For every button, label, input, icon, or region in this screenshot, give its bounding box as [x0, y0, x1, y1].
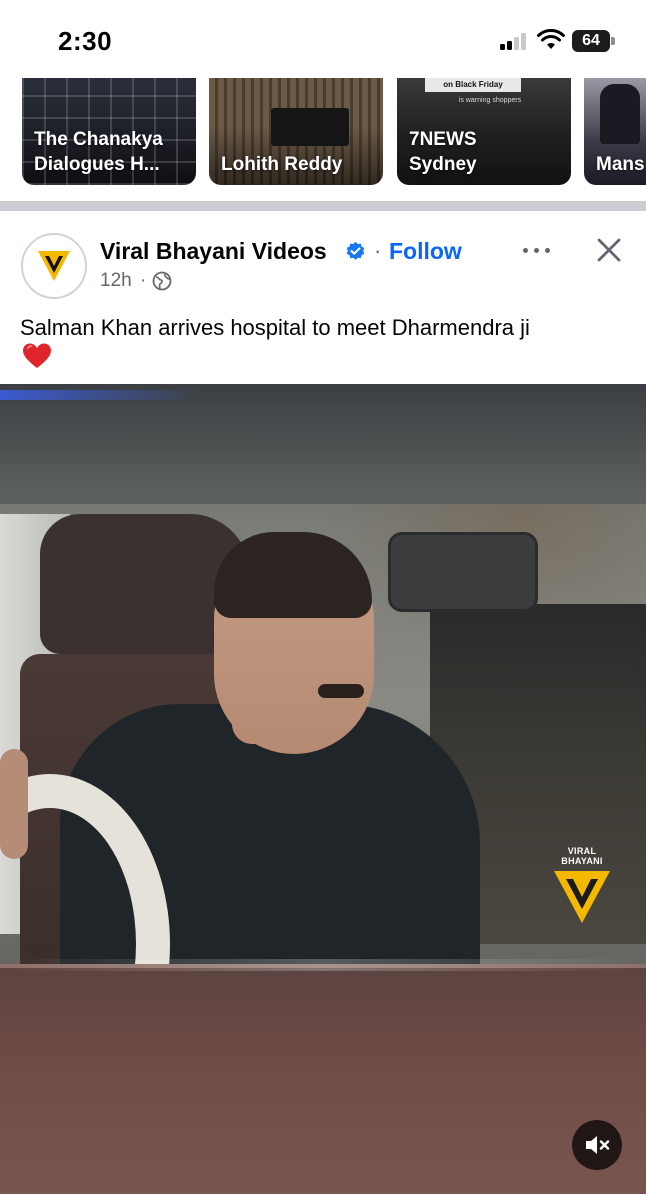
- video-frame-person-mustache: [318, 684, 364, 698]
- video-frame-person-hair: [214, 532, 372, 618]
- name-follow-separator: ·: [374, 238, 382, 263]
- page-avatar[interactable]: [21, 233, 87, 299]
- cellular-signal-icon: [500, 32, 530, 50]
- close-icon[interactable]: [592, 233, 626, 267]
- story-label: 7NEWS Sydney: [409, 129, 477, 175]
- story-thumbnail-subline: is warning shoppers: [458, 97, 522, 104]
- story-thumbnail-object: [271, 108, 349, 146]
- status-time: 2:30: [58, 26, 113, 56]
- globe-icon: [152, 271, 172, 291]
- video-frame-reflection: [0, 959, 646, 971]
- story-card-lohith-reddy[interactable]: Lohith Reddy: [209, 78, 383, 185]
- video-watermark: VIRAL BHAYANI: [546, 846, 618, 929]
- battery-icon: 64: [572, 30, 616, 52]
- viral-bhayani-watermark-logo-icon: [554, 871, 610, 923]
- story-thumbnail-headline: on Black Friday: [425, 78, 521, 92]
- video-frame-hand: [0, 749, 28, 859]
- video-frame-ambient-light: [0, 390, 200, 400]
- follow-button[interactable]: Follow: [389, 238, 462, 265]
- status-bar: 2:30 64: [0, 0, 646, 78]
- more-options-icon[interactable]: [520, 237, 554, 263]
- feed-divider: [0, 201, 646, 211]
- video-frame-car-body: [0, 964, 646, 1194]
- story-label: Lohith Reddy: [221, 154, 343, 175]
- video-frame-headliner: [0, 384, 646, 504]
- story-thumbnail-person: [600, 84, 640, 144]
- story-label: Mans: [596, 154, 645, 175]
- story-label: The Chanakya Dialogues H...: [34, 129, 163, 175]
- mute-toggle-button[interactable]: [572, 1120, 622, 1170]
- watermark-text: VIRAL BHAYANI: [561, 846, 603, 866]
- video-player[interactable]: VIRAL BHAYANI: [0, 384, 646, 1194]
- speaker-muted-icon: [586, 1136, 610, 1154]
- story-card-chanakya-dialogues[interactable]: The Chanakya Dialogues H...: [22, 78, 196, 185]
- post-caption: Salman Khan arrives hospital to meet Dha…: [20, 315, 530, 340]
- post-timestamp[interactable]: 12h: [100, 270, 132, 292]
- video-frame-mirror: [388, 532, 538, 612]
- wifi-icon: [537, 29, 565, 49]
- meta-separator: ·: [140, 270, 147, 291]
- story-card-partial[interactable]: Mans: [584, 78, 646, 185]
- viral-bhayani-logo-icon: [38, 251, 70, 281]
- verified-badge-icon: [346, 241, 365, 260]
- battery-level: 64: [572, 30, 610, 52]
- red-heart-icon: [23, 343, 51, 368]
- page-name[interactable]: Viral Bhayani Videos: [100, 238, 327, 265]
- story-card-7news-sydney[interactable]: on Black Friday is warning shoppers 7NEW…: [397, 78, 571, 185]
- post-header: Viral Bhayani Videos · Follow 12h ·: [0, 211, 646, 311]
- stories-carousel[interactable]: The Chanakya Dialogues H... Lohith Reddy…: [0, 78, 646, 198]
